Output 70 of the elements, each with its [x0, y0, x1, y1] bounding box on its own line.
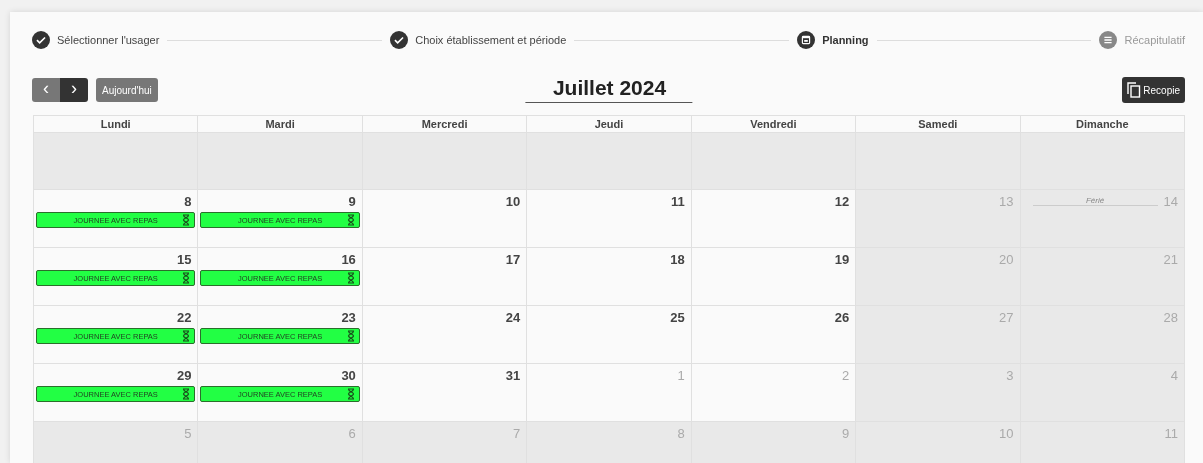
- day-number: 5: [184, 425, 192, 441]
- day-cell[interactable]: 11: [527, 190, 692, 248]
- day-number: 19: [834, 251, 850, 267]
- previous-button[interactable]: ‹: [32, 78, 60, 102]
- day-number: 10: [505, 193, 521, 209]
- day-cell[interactable]: [527, 133, 692, 190]
- day-number: 12: [834, 193, 850, 209]
- day-number: 23: [341, 309, 356, 325]
- day-number: 4: [1170, 367, 1178, 383]
- day-cell[interactable]: [1020, 133, 1185, 190]
- day-number: 7: [513, 425, 521, 441]
- hourglass-icon: [346, 272, 355, 284]
- hourglass-icon: [182, 330, 191, 342]
- day-number: 14: [1163, 193, 1178, 209]
- hourglass-icon: [182, 388, 191, 400]
- copy-icon: [1127, 82, 1142, 98]
- day-number: 31: [505, 367, 521, 383]
- hourglass-icon: [346, 214, 355, 226]
- day-number: 11: [670, 193, 685, 209]
- day-number: 3: [1006, 367, 1014, 383]
- day-cell[interactable]: [362, 133, 528, 190]
- day-number: 28: [1163, 309, 1178, 325]
- day-number: 18: [670, 251, 685, 267]
- day-number: 15: [176, 251, 192, 267]
- day-number: 27: [999, 309, 1014, 325]
- day-number: 29: [176, 367, 192, 383]
- day-number: 25: [670, 309, 685, 325]
- hourglass-icon: [346, 388, 355, 400]
- holiday-label: Férié: [1032, 196, 1158, 206]
- step-label[interactable]: Planning: [822, 34, 869, 46]
- day-cell[interactable]: [691, 133, 857, 190]
- day-number: 21: [1163, 251, 1178, 267]
- day-number: 16: [341, 251, 356, 267]
- day-number: 6: [348, 425, 356, 441]
- day-number: 11: [1164, 425, 1178, 441]
- next-button[interactable]: ›: [60, 78, 88, 102]
- day-number: 17: [505, 251, 521, 267]
- day-cell[interactable]: 31: [362, 364, 528, 422]
- day-number: 24: [505, 309, 521, 325]
- day-number: 2: [841, 367, 850, 383]
- month-title: Juillet 2024: [524, 76, 693, 103]
- day-number: 22: [176, 309, 192, 325]
- day-number: 13: [999, 193, 1014, 209]
- copy-button[interactable]: Recopie: [1122, 77, 1185, 103]
- day-number: 20: [999, 251, 1014, 267]
- day-number: 30: [341, 367, 356, 383]
- day-cell[interactable]: 25: [527, 306, 692, 364]
- step-label[interactable]: Choix établissement et période: [415, 34, 567, 46]
- day-number: 8: [677, 425, 685, 441]
- day-cell[interactable]: 19: [691, 248, 857, 306]
- hourglass-icon: [182, 214, 191, 226]
- day-number: 26: [834, 309, 850, 325]
- day-cell[interactable]: 17: [362, 248, 528, 306]
- day-cell[interactable]: [34, 133, 199, 190]
- day-number: 10: [999, 425, 1014, 441]
- day-cell[interactable]: 26: [691, 306, 857, 364]
- step-label[interactable]: Sélectionner l'usager: [57, 34, 160, 46]
- hourglass-icon: [182, 272, 191, 284]
- day-cell[interactable]: [856, 133, 1021, 190]
- day-number: 9: [841, 425, 850, 441]
- day-cell[interactable]: 24: [362, 306, 528, 364]
- hourglass-icon: [346, 330, 355, 342]
- day-cell[interactable]: 12: [691, 190, 857, 248]
- today-button[interactable]: Aujourd'hui: [96, 78, 158, 102]
- day-number: 9: [348, 193, 356, 209]
- day-cell[interactable]: 18: [527, 248, 692, 306]
- day-number: 8: [184, 193, 192, 209]
- day-number: 1: [677, 367, 685, 383]
- day-cell[interactable]: [198, 133, 363, 190]
- day-cell[interactable]: 10: [362, 190, 528, 248]
